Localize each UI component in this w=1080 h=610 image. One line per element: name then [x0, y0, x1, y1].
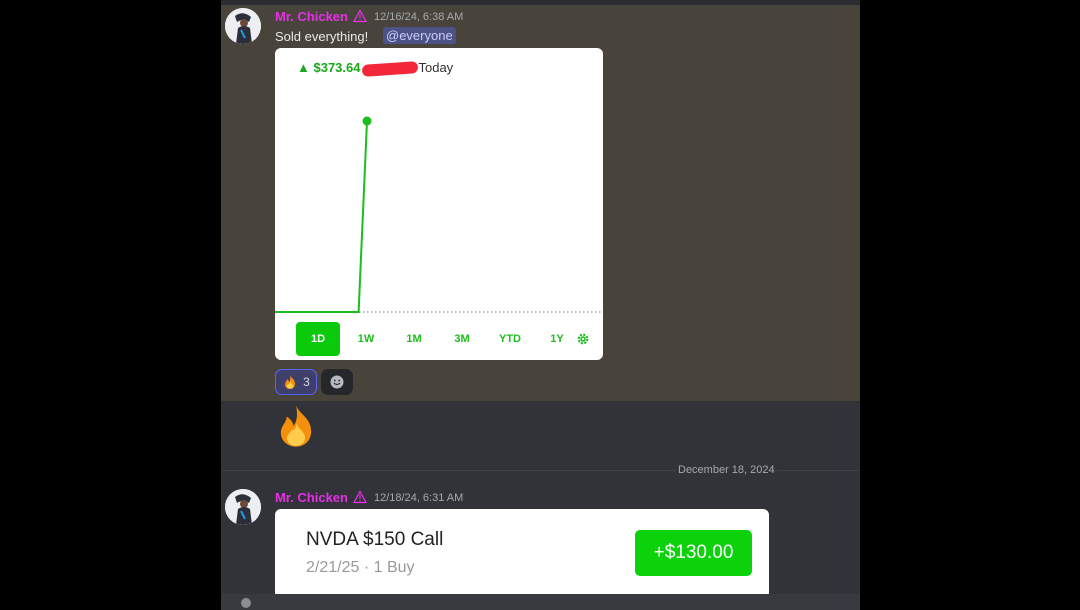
chart-image[interactable]: ▲ $373.64 Today 1D 1W 1M 3M YTD 1Y: [275, 48, 603, 360]
series-line: [275, 120, 368, 313]
range-3m-button[interactable]: 3M: [440, 322, 484, 356]
trade-subtitle: 2/21/25 · 1 Buy: [306, 559, 415, 576]
add-reaction-button[interactable]: [321, 369, 353, 395]
line-chart: [275, 116, 603, 313]
trade-gain-badge: +$130.00: [635, 530, 752, 576]
last-point-marker: [362, 116, 372, 126]
range-1m-button[interactable]: 1M: [392, 322, 436, 356]
fire-emoji-icon: [285, 375, 296, 389]
gear-icon[interactable]: [576, 332, 590, 346]
chart-change-value: ▲ $373.64: [297, 60, 361, 75]
range-selector: 1D 1W 1M 3M YTD 1Y: [275, 322, 603, 360]
mention-everyone[interactable]: @everyone: [383, 27, 456, 44]
range-ytd-button[interactable]: YTD: [488, 322, 532, 356]
next-message-strip: [221, 594, 860, 610]
message-text: Sold everything!: [275, 29, 369, 44]
range-1y-button[interactable]: 1Y: [536, 322, 578, 356]
avatar-image: [225, 8, 261, 44]
message-timestamp: 12/18/24, 6:31 AM: [374, 492, 464, 504]
chat-panel: Mr. Chicken 12/16/24, 6:38 AM Sold every…: [221, 0, 860, 610]
avatar[interactable]: [225, 8, 261, 44]
redaction-mark: [362, 60, 419, 77]
username[interactable]: Mr. Chicken: [275, 9, 348, 24]
avatar[interactable]: [225, 489, 261, 525]
message-timestamp: 12/16/24, 6:38 AM: [374, 11, 464, 23]
chart-period: Today: [418, 60, 454, 75]
add-reaction-icon: [330, 375, 344, 389]
username[interactable]: Mr. Chicken: [275, 490, 348, 505]
reaction-count: 3: [303, 375, 310, 389]
chart-header: ▲ $373.64 Today: [297, 60, 454, 77]
range-1d-button[interactable]: 1D: [296, 322, 340, 356]
warning-icon: [353, 490, 367, 504]
range-1w-button[interactable]: 1W: [344, 322, 388, 356]
avatar-image: [225, 489, 261, 525]
trade-title: NVDA $150 Call: [306, 529, 444, 550]
fire-emoji-message: [280, 405, 312, 447]
reaction-fire[interactable]: 3: [275, 369, 317, 395]
date-divider: December 18, 2024: [676, 464, 777, 476]
next-message-icon: [241, 598, 251, 608]
warning-icon: [353, 9, 367, 23]
trade-image[interactable]: NVDA $150 Call 2/21/25 · 1 Buy +$130.00: [275, 509, 769, 599]
